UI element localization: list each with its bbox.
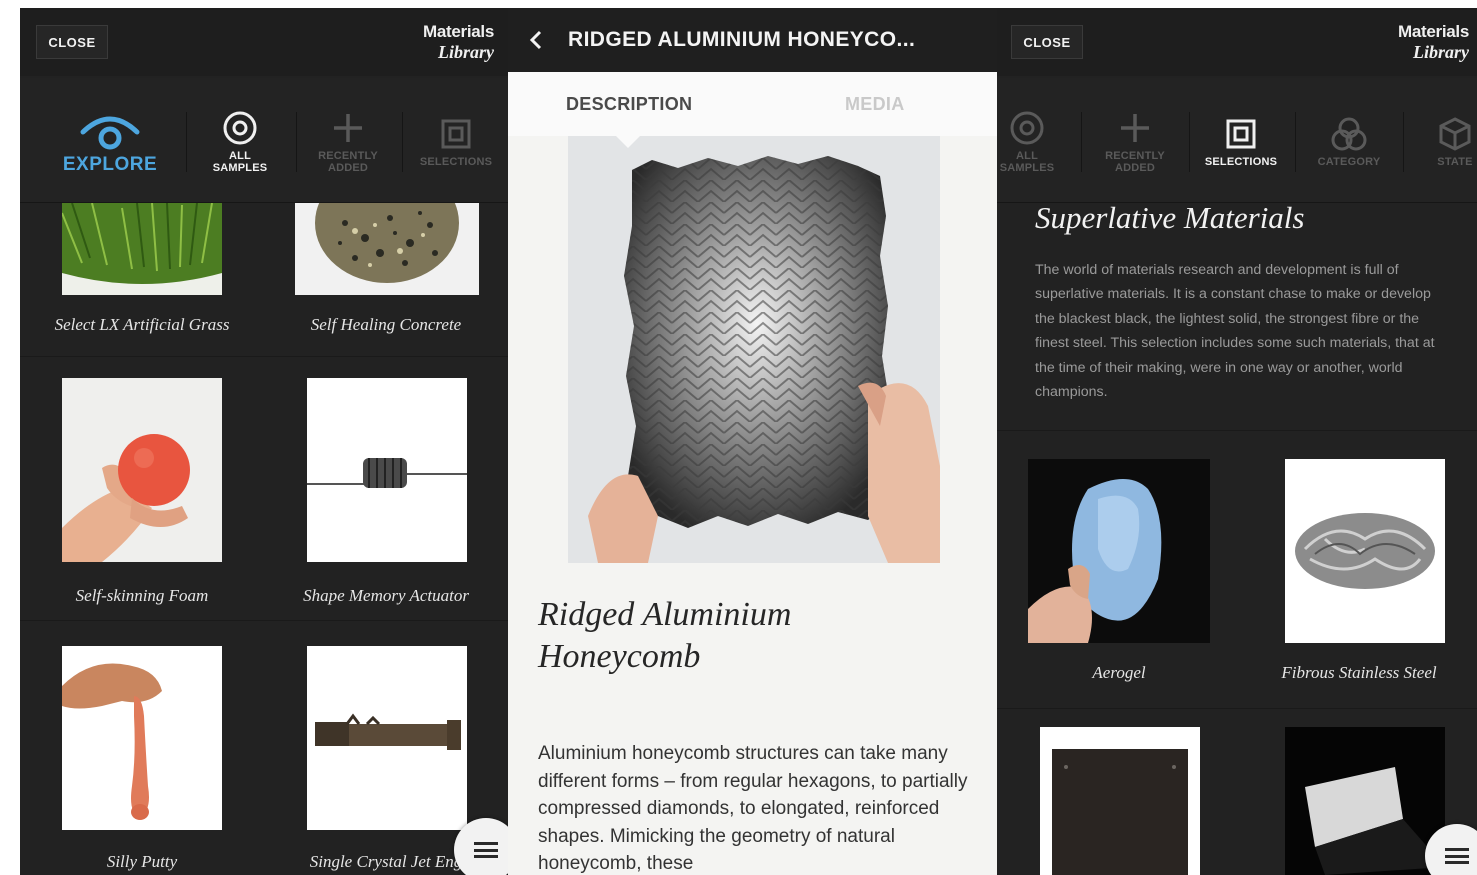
sample-tile[interactable]: Self-skinning Foam xyxy=(20,378,264,618)
sample-image-black-coating xyxy=(1285,727,1445,875)
sample-image-aerogel xyxy=(1028,459,1210,643)
nav-divider xyxy=(296,112,297,172)
product-title: Ridged Aluminium Honeycomb xyxy=(538,596,792,675)
sample-caption: Self-skinning Foam xyxy=(75,586,209,605)
sample-tile[interactable]: Aerogel xyxy=(997,459,1241,699)
sample-tile[interactable]: Fibrous Stainless Steel xyxy=(1241,459,1477,699)
chevron-left-icon[interactable] xyxy=(526,26,546,54)
target-icon xyxy=(1009,106,1045,150)
product-image xyxy=(568,136,940,563)
materials-library-logo: Materials Library xyxy=(1397,22,1469,62)
sample-image-concrete xyxy=(295,203,479,295)
tab-indicator xyxy=(616,136,640,148)
sample-caption: Fibrous Stainless Steel xyxy=(1281,663,1437,682)
product-description: Aluminium honeycomb structures can take … xyxy=(538,743,968,874)
close-button[interactable]: CLOSE xyxy=(36,25,108,59)
nav-recently-added[interactable]: RECENTLY ADDED xyxy=(298,78,398,202)
nav-state[interactable]: STATE xyxy=(1415,78,1477,202)
square-icon xyxy=(439,112,473,156)
sample-caption: Self Healing Concrete xyxy=(310,315,462,334)
sample-tile[interactable]: Self Healing Concrete xyxy=(264,203,508,349)
selection-title: Superlative Materials xyxy=(1035,200,1305,235)
nav-divider xyxy=(1081,112,1082,172)
nav-recently-added[interactable]: RECENTLY ADDED xyxy=(1085,78,1185,202)
selection-description: The world of materials research and deve… xyxy=(1035,262,1435,401)
tab-description[interactable]: DESCRIPTION xyxy=(566,94,692,115)
left-panel: CLOSE Materials Library EXPLORE ALL SAMP… xyxy=(20,8,508,875)
nav-divider xyxy=(1403,112,1404,172)
materials-library-logo: Materials Library xyxy=(422,22,494,62)
sample-tile[interactable]: Silly Putty xyxy=(20,646,264,875)
sample-caption: Select LX Artificial Grass xyxy=(54,315,230,334)
detail-header: RIDGED ALUMINIUM HONEYCO... xyxy=(508,8,997,72)
detail-title: RIDGED ALUMINIUM HONEYCO... xyxy=(568,28,916,51)
nav-divider xyxy=(402,112,403,172)
row-divider xyxy=(997,430,1477,431)
close-button[interactable]: CLOSE xyxy=(1011,25,1083,59)
row-divider xyxy=(20,620,508,621)
circles-icon xyxy=(1330,112,1368,156)
nav-category[interactable]: CATEGORY xyxy=(1299,78,1399,202)
sample-image-dark-plate xyxy=(1040,727,1200,875)
sample-caption: Silly Putty xyxy=(106,852,178,871)
sample-image-steel xyxy=(1285,459,1445,643)
detail-panel: RIDGED ALUMINIUM HONEYCO... DESCRIPTION … xyxy=(508,8,997,875)
sample-image-putty xyxy=(62,646,222,830)
sample-tile[interactable]: Select LX Artificial Grass xyxy=(20,203,264,349)
sample-caption: Shape Memory Actuator xyxy=(303,586,469,605)
left-top-bar: CLOSE Materials Library xyxy=(20,8,508,76)
target-icon xyxy=(222,106,258,150)
cube-icon xyxy=(1437,112,1473,156)
menu-icon xyxy=(474,842,498,858)
eye-icon xyxy=(79,109,141,153)
menu-icon xyxy=(1445,848,1469,864)
nav-all-samples[interactable]: ALL SAMPLES xyxy=(190,78,290,202)
sample-caption: Aerogel xyxy=(1092,663,1146,682)
plus-icon xyxy=(1118,106,1152,150)
nav-selections[interactable]: SELECTIONS xyxy=(1193,78,1289,202)
square-icon xyxy=(1224,112,1258,156)
right-top-bar: CLOSE Materials Library xyxy=(997,8,1477,76)
row-divider xyxy=(20,356,508,357)
nav-divider xyxy=(1295,112,1296,172)
detail-tabs: DESCRIPTION MEDIA xyxy=(508,72,997,136)
sample-tile[interactable]: Shape Memory Actuator xyxy=(264,378,508,618)
sample-tile[interactable] xyxy=(997,727,1241,875)
nav-selections[interactable]: SELECTIONS xyxy=(406,78,506,202)
tab-media[interactable]: MEDIA xyxy=(845,94,905,115)
row-divider xyxy=(997,708,1477,709)
sample-image-foam xyxy=(62,378,222,562)
sample-image-grass xyxy=(62,203,222,295)
right-nav-bar: ALL SAMPLES RECENTLY ADDED SELECTIONS CA… xyxy=(997,78,1477,203)
sample-image-jet-engine xyxy=(307,646,467,830)
nav-all-samples[interactable]: ALL SAMPLES xyxy=(997,78,1069,202)
nav-explore[interactable]: EXPLORE xyxy=(40,78,180,202)
right-panel: CLOSE Materials Library ALL SAMPLES RECE… xyxy=(997,8,1477,875)
plus-icon xyxy=(331,106,365,150)
nav-divider xyxy=(1189,112,1190,172)
left-nav-bar: EXPLORE ALL SAMPLES RECENTLY ADDED SELEC… xyxy=(20,78,508,203)
sample-image-actuator xyxy=(307,378,467,562)
nav-divider xyxy=(186,112,187,172)
